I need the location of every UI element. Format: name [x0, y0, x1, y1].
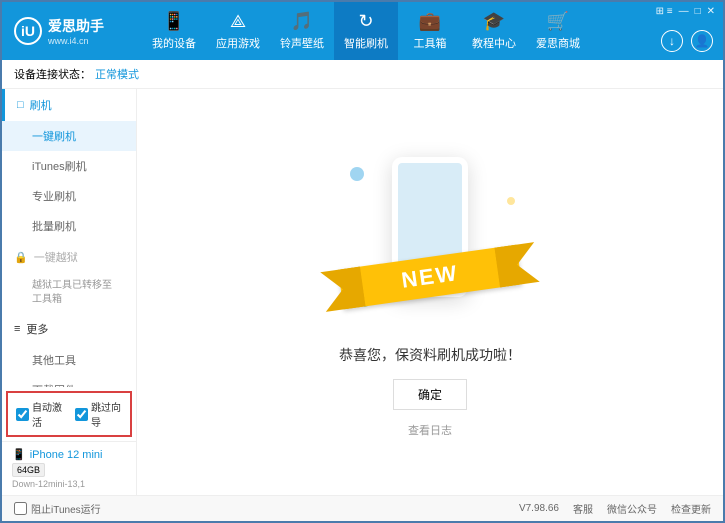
- graduation-icon: 🎓: [483, 11, 505, 32]
- service-link[interactable]: 客服: [573, 501, 593, 516]
- logo-icon: iU: [14, 17, 42, 45]
- status-label: 设备连接状态：: [14, 66, 91, 82]
- maximize-button[interactable]: □: [695, 6, 701, 17]
- nav-toolbox[interactable]: 💼工具箱: [398, 2, 462, 60]
- version-label: V7.98.66: [519, 503, 559, 514]
- jailbreak-note: 越狱工具已转移至 工具箱: [2, 273, 136, 313]
- decor-dot-icon: [507, 197, 515, 205]
- device-model: Down-12mini-13,1: [12, 479, 126, 489]
- header-actions: ↓ 👤: [661, 30, 713, 52]
- device-name: iPhone 12 mini: [30, 449, 103, 461]
- user-button[interactable]: 👤: [691, 30, 713, 52]
- lock-icon: 🔒: [14, 251, 28, 264]
- sidebar-cat-jailbreak[interactable]: 🔒一键越狱: [2, 241, 136, 273]
- sidebar-item-oneclick[interactable]: 一键刷机: [2, 121, 136, 151]
- menu-icon: ≡: [14, 323, 20, 335]
- main-nav: 📱我的设备 ⟁应用游戏 🎵铃声壁纸 ↻智能刷机 💼工具箱 🎓教程中心 🛒爱思商城: [142, 2, 723, 60]
- music-icon: 🎵: [291, 11, 313, 32]
- wechat-link[interactable]: 微信公众号: [607, 501, 657, 516]
- close-button[interactable]: ✕: [707, 6, 715, 17]
- options-row: 自动激活 跳过向导: [6, 391, 132, 437]
- content-area: NEW 恭喜您，保资料刷机成功啦！ 确定 查看日志: [137, 89, 723, 495]
- device-icon: 📱: [163, 11, 185, 32]
- nav-ringtones[interactable]: 🎵铃声壁纸: [270, 2, 334, 60]
- ok-button[interactable]: 确定: [393, 379, 467, 410]
- sidebar-item-pro[interactable]: 专业刷机: [2, 181, 136, 211]
- download-button[interactable]: ↓: [661, 30, 683, 52]
- store-icon: 🛒: [547, 11, 569, 32]
- nav-apps[interactable]: ⟁应用游戏: [206, 2, 270, 60]
- sidebar-item-batch[interactable]: 批量刷机: [2, 211, 136, 241]
- device-capacity: 64GB: [12, 463, 45, 477]
- app-header: iU 爱思助手 www.i4.cn 📱我的设备 ⟁应用游戏 🎵铃声壁纸 ↻智能刷…: [2, 2, 723, 60]
- auto-activate-checkbox[interactable]: 自动激活: [16, 399, 63, 429]
- skin-button[interactable]: ⊞ ≡: [656, 6, 673, 17]
- nav-flash[interactable]: ↻智能刷机: [334, 2, 398, 60]
- app-name: 爱思助手: [48, 16, 104, 36]
- sidebar-cat-more[interactable]: ≡更多: [2, 313, 136, 345]
- nav-my-device[interactable]: 📱我的设备: [142, 2, 206, 60]
- sidebar-item-firmware[interactable]: 下载固件: [2, 375, 136, 387]
- illustration: NEW: [330, 147, 530, 327]
- main-area: □刷机 一键刷机 iTunes刷机 专业刷机 批量刷机 🔒一键越狱 越狱工具已转…: [2, 89, 723, 495]
- phone-icon: 📱: [12, 448, 26, 461]
- sidebar-cat-flash[interactable]: □刷机: [2, 89, 136, 121]
- sidebar-item-itunes[interactable]: iTunes刷机: [2, 151, 136, 181]
- logo-section: iU 爱思助手 www.i4.cn: [2, 16, 142, 46]
- success-message: 恭喜您，保资料刷机成功啦！: [339, 345, 521, 365]
- refresh-icon: ↻: [358, 11, 373, 32]
- status-value: 正常模式: [95, 66, 139, 82]
- window-controls: ⊞ ≡ — □ ✕: [656, 6, 715, 17]
- device-info[interactable]: 📱 iPhone 12 mini 64GB Down-12mini-13,1: [2, 441, 136, 495]
- decor-dot-icon: [350, 167, 364, 181]
- check-update-link[interactable]: 检查更新: [671, 501, 711, 516]
- nav-store[interactable]: 🛒爱思商城: [526, 2, 590, 60]
- app-site: www.i4.cn: [48, 36, 104, 46]
- footer: 阻止iTunes运行 V7.98.66 客服 微信公众号 检查更新: [2, 495, 723, 521]
- apps-icon: ⟁: [230, 11, 246, 32]
- status-bar: 设备连接状态： 正常模式: [2, 60, 723, 89]
- sidebar-item-other[interactable]: 其他工具: [2, 345, 136, 375]
- briefcase-icon: 💼: [419, 11, 441, 32]
- block-itunes-checkbox[interactable]: 阻止iTunes运行: [14, 501, 101, 516]
- view-log-link[interactable]: 查看日志: [408, 422, 452, 438]
- square-icon: □: [17, 99, 24, 111]
- sidebar: □刷机 一键刷机 iTunes刷机 专业刷机 批量刷机 🔒一键越狱 越狱工具已转…: [2, 89, 137, 495]
- skip-wizard-checkbox[interactable]: 跳过向导: [75, 399, 122, 429]
- nav-tutorial[interactable]: 🎓教程中心: [462, 2, 526, 60]
- minimize-button[interactable]: —: [679, 6, 689, 17]
